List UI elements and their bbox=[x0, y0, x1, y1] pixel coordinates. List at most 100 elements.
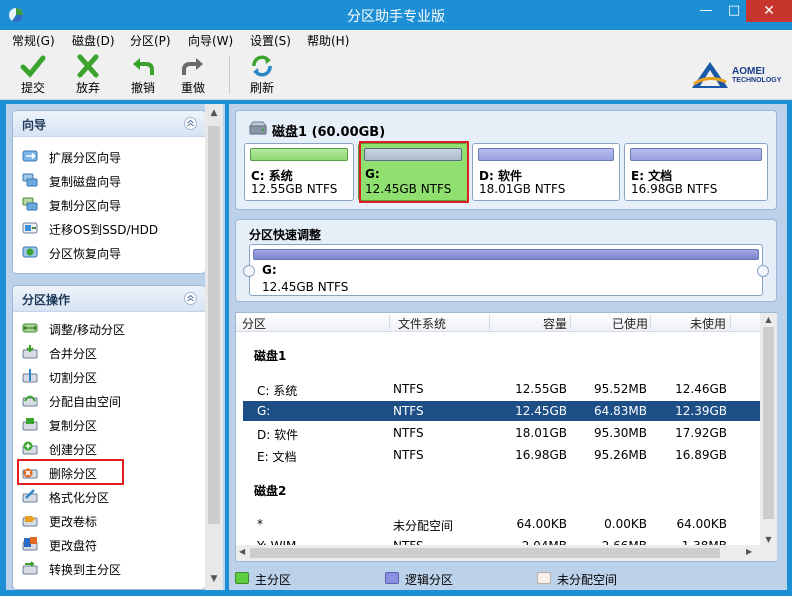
wizard-item-copy-partition[interactable]: 复制分区向导 bbox=[22, 195, 202, 215]
unallocated-swatch bbox=[537, 572, 551, 584]
col-capacity[interactable]: 容量 bbox=[489, 315, 567, 332]
collapse-icon[interactable] bbox=[184, 292, 197, 305]
redo-icon bbox=[182, 58, 203, 75]
discard-button[interactable]: 放弃 bbox=[66, 54, 110, 98]
drive-letter-icon bbox=[22, 537, 38, 551]
app-window: 分区助手专业版 — □ ✕ 常规(G) 磁盘(D) 分区(P) 向导(W) 设置… bbox=[0, 0, 792, 596]
op-split[interactable]: 切割分区 bbox=[22, 367, 202, 387]
table-cell: NTFS bbox=[393, 382, 424, 396]
scroll-down-icon[interactable]: ▼ bbox=[763, 535, 774, 544]
disk-group-header[interactable]: 磁盘1 bbox=[254, 347, 286, 364]
resize-handle-right[interactable] bbox=[757, 265, 769, 277]
extend-partition-icon bbox=[22, 150, 38, 162]
disk-group-header[interactable]: 磁盘2 bbox=[254, 482, 286, 499]
op-label: 创建分区 bbox=[49, 443, 98, 457]
table-cell: 64.83MB bbox=[594, 404, 647, 418]
col-filesystem[interactable]: 文件系统 bbox=[398, 315, 446, 332]
op-label: 合并分区 bbox=[49, 347, 98, 361]
col-unused[interactable]: 未使用 bbox=[650, 315, 726, 332]
redo-button[interactable]: 重做 bbox=[171, 54, 215, 98]
selected-partition-highlight bbox=[359, 141, 469, 203]
menu-help[interactable]: 帮助(H) bbox=[307, 32, 349, 49]
op-allocate-free[interactable]: 分配自由空间 bbox=[22, 391, 202, 411]
close-button[interactable]: ✕ bbox=[746, 0, 792, 22]
table-cell: 16.98GB bbox=[515, 448, 567, 462]
scroll-up-icon[interactable]: ▲ bbox=[208, 108, 220, 118]
table-row[interactable]: E: 文档 NTFS 16.98GB 95.26MB 16.89GB bbox=[243, 445, 760, 465]
table-row[interactable]: C: 系统 NTFS 12.55GB 95.52MB 12.46GB bbox=[243, 379, 760, 399]
minimize-button[interactable]: — bbox=[692, 0, 720, 22]
table-row[interactable]: * 未分配空间 64.00KB 0.00KB 64.00KB bbox=[243, 514, 760, 534]
column-divider[interactable] bbox=[730, 315, 731, 330]
wizard-item-migrate-os[interactable]: 迁移OS到SSD/HDD bbox=[22, 219, 202, 239]
op-convert-primary[interactable]: 转换到主分区 bbox=[22, 559, 202, 579]
delete-partition-highlight bbox=[17, 459, 124, 485]
collapse-icon[interactable] bbox=[184, 117, 197, 130]
toolbar: 提交 放弃 撤销 重做 刷新 bbox=[0, 50, 792, 100]
partition-block-d[interactable]: D: 软件 18.01GB NTFS bbox=[472, 143, 620, 201]
col-partition[interactable]: 分区 bbox=[242, 315, 266, 332]
partition-size: 16.98GB NTFS bbox=[631, 182, 718, 196]
scrollbar-thumb[interactable] bbox=[250, 548, 720, 558]
resize-handle-left[interactable] bbox=[243, 265, 255, 277]
refresh-button[interactable]: 刷新 bbox=[240, 54, 284, 98]
op-format[interactable]: 格式化分区 bbox=[22, 487, 202, 507]
scrollbar-thumb[interactable] bbox=[763, 327, 774, 519]
op-merge[interactable]: 合并分区 bbox=[22, 343, 202, 363]
menu-settings[interactable]: 设置(S) bbox=[250, 32, 291, 49]
undo-icon bbox=[133, 58, 154, 75]
table-horizontal-scrollbar[interactable]: ◀ ▶ bbox=[236, 545, 760, 561]
wizard-item-extend[interactable]: 扩展分区向导 bbox=[22, 147, 202, 167]
scrollbar-thumb[interactable] bbox=[208, 126, 220, 524]
table-vertical-scrollbar[interactable]: ▲ ▼ bbox=[760, 313, 777, 561]
partition-ops-title: 分区操作 bbox=[22, 293, 71, 307]
menu-wizard[interactable]: 向导(W) bbox=[188, 32, 233, 49]
scroll-down-icon[interactable]: ▼ bbox=[208, 574, 220, 584]
menu-partition[interactable]: 分区(P) bbox=[130, 32, 171, 49]
table-row[interactable]: G: NTFS 12.45GB 64.83MB 12.39GB bbox=[243, 401, 760, 421]
recovery-icon bbox=[22, 246, 38, 258]
format-icon bbox=[22, 489, 38, 503]
partition-block-e[interactable]: E: 文档 16.98GB NTFS bbox=[624, 143, 768, 201]
table-row[interactable]: D: 软件 NTFS 18.01GB 95.30MB 17.92GB bbox=[243, 423, 760, 443]
redo-label: 重做 bbox=[180, 81, 205, 95]
commit-button[interactable]: 提交 bbox=[11, 54, 55, 98]
col-used[interactable]: 已使用 bbox=[570, 315, 648, 332]
table-cell: 64.00KB bbox=[516, 517, 567, 531]
primary-swatch bbox=[235, 572, 249, 584]
partition-usage-bar bbox=[630, 148, 762, 161]
op-change-label[interactable]: 更改卷标 bbox=[22, 511, 202, 531]
wizard-item-label: 分区恢复向导 bbox=[49, 247, 122, 261]
wizard-item-recovery[interactable]: 分区恢复向导 bbox=[22, 243, 202, 263]
right-pane: 磁盘1 (60.00GB) C: 系统 12.55GB NTFS G: 12.4… bbox=[229, 104, 787, 590]
logo-text: AOMEI bbox=[732, 66, 765, 77]
quick-resize-title: 分区快速调整 bbox=[249, 228, 322, 242]
column-divider[interactable] bbox=[389, 315, 390, 330]
quick-resize-bar[interactable] bbox=[253, 249, 759, 260]
hard-disk-icon bbox=[249, 121, 267, 135]
op-change-letter[interactable]: 更改盘符 bbox=[22, 535, 202, 555]
wizard-panel-header[interactable]: 向导 bbox=[13, 111, 205, 137]
partition-block-c[interactable]: C: 系统 12.55GB NTFS bbox=[244, 143, 354, 201]
wizard-item-label: 迁移OS到SSD/HDD bbox=[49, 223, 159, 237]
copy-disk-icon bbox=[22, 173, 38, 187]
legend-label: 未分配空间 bbox=[557, 573, 618, 587]
maximize-button[interactable]: □ bbox=[720, 0, 748, 22]
scroll-right-icon[interactable]: ▶ bbox=[746, 547, 752, 556]
scroll-left-icon[interactable]: ◀ bbox=[239, 547, 245, 556]
menu-disk[interactable]: 磁盘(D) bbox=[72, 32, 115, 49]
op-copy-partition[interactable]: 复制分区 bbox=[22, 415, 202, 435]
label-icon bbox=[22, 516, 38, 527]
table-cell: NTFS bbox=[393, 448, 424, 462]
allocate-icon bbox=[22, 395, 38, 407]
op-create-partition[interactable]: 创建分区 bbox=[22, 439, 202, 459]
op-resize-move[interactable]: 调整/移动分区 bbox=[22, 319, 202, 339]
quick-resize-size: 12.45GB NTFS bbox=[262, 280, 349, 294]
left-pane-scrollbar[interactable]: ▲ ▼ bbox=[205, 104, 223, 590]
undo-button[interactable]: 撤销 bbox=[121, 54, 165, 98]
wizard-item-copy-disk[interactable]: 复制磁盘向导 bbox=[22, 171, 202, 191]
scroll-up-icon[interactable]: ▲ bbox=[763, 315, 774, 324]
menu-general[interactable]: 常规(G) bbox=[12, 32, 55, 49]
partition-ops-header[interactable]: 分区操作 bbox=[13, 286, 205, 312]
op-label: 分配自由空间 bbox=[49, 395, 122, 409]
